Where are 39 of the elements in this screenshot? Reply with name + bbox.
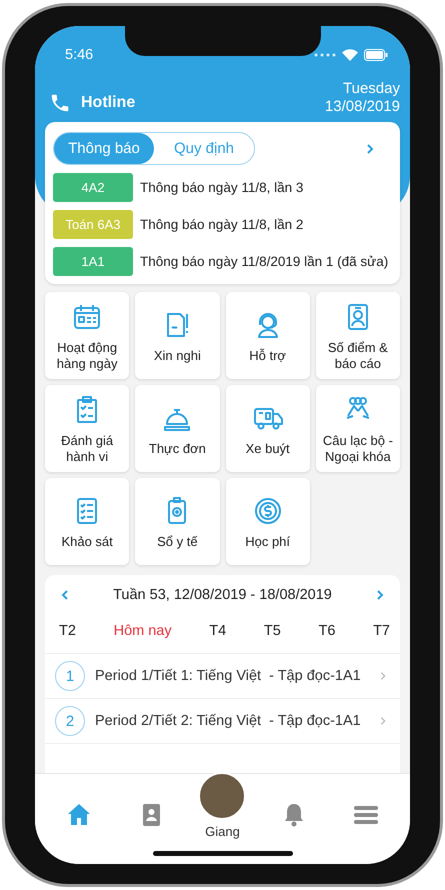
day-tab[interactable]: T5: [262, 619, 283, 643]
feature-tile[interactable]: Sổ y tế: [135, 478, 220, 565]
notice-title[interactable]: Thông báo ngày 11/8, lần 2: [140, 217, 304, 232]
notice-title[interactable]: Thông báo ngày 11/8/2019 lần 1 (đã sửa): [140, 254, 388, 269]
class-tag: 1A1: [53, 247, 133, 276]
period-number: 2: [55, 706, 85, 736]
week-range: Tuần 53, 12/08/2019 - 18/08/2019: [113, 587, 332, 603]
period-title[interactable]: Period 2/Tiết 2: Tiếng Việt - Tập đọc-1A1: [95, 713, 368, 729]
class-tag: Toán 6A3: [53, 210, 133, 239]
notice-title[interactable]: Thông báo ngày 11/8, lần 3: [140, 180, 304, 195]
chevron-right-icon[interactable]: [378, 715, 388, 727]
signal-dots-icon: [314, 53, 336, 57]
wifi-icon: [342, 49, 358, 61]
profile-name: Giang: [205, 824, 240, 838]
status-time: 5:46: [65, 47, 94, 63]
feature-tile[interactable]: Xe buýt: [226, 385, 310, 472]
feature-tile[interactable]: Số điểm & báo cáo: [316, 292, 400, 379]
phone-icon[interactable]: [49, 92, 71, 114]
chevron-right-icon[interactable]: [378, 670, 388, 682]
feature-tile[interactable]: Hỗ trợ: [226, 292, 310, 379]
battery-icon: [364, 49, 388, 61]
feature-tile[interactable]: Xin nghi: [135, 292, 220, 379]
class-tag: 4A2: [53, 173, 133, 202]
period-number: 1: [55, 661, 85, 691]
day-tab[interactable]: Hôm nay: [112, 619, 174, 643]
date-label: 13/08/2019: [324, 98, 400, 116]
profile-tab[interactable]: Giang: [192, 772, 252, 838]
day-tab[interactable]: T6: [316, 619, 338, 643]
feature-tile[interactable]: Đánh giá hành vi: [45, 385, 130, 472]
day-tab[interactable]: T4: [207, 619, 228, 643]
day-tab[interactable]: T7: [371, 619, 392, 643]
feature-tile[interactable]: Hoạt động hàng ngày: [45, 292, 130, 379]
feature-tile[interactable]: Thực đơn: [135, 385, 220, 472]
feature-tile[interactable]: Khảo sát: [45, 478, 130, 565]
weekday-label: Tuesday: [342, 80, 400, 98]
feature-tile[interactable]: Học phí: [226, 478, 310, 565]
feature-tile[interactable]: Câu lạc bộ - Ngoại khóa: [316, 385, 400, 472]
period-title[interactable]: Period 1/Tiết 1: Tiếng Việt - Tập đọc-1A1: [95, 668, 368, 684]
day-tab[interactable]: T2: [57, 619, 78, 643]
